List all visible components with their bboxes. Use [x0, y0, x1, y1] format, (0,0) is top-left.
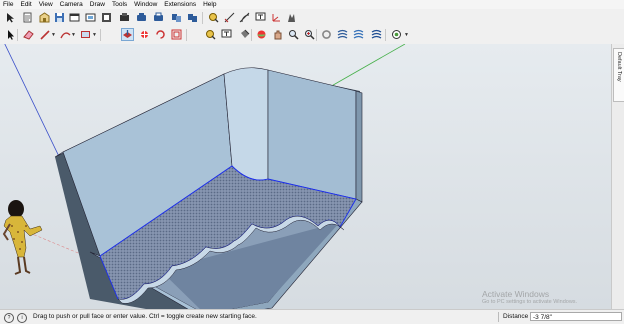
print-icon[interactable]: [170, 11, 183, 24]
menu-view[interactable]: View: [36, 0, 57, 9]
offset-icon[interactable]: [170, 28, 183, 41]
axes-icon[interactable]: [270, 11, 283, 24]
menu-file[interactable]: File: [0, 0, 17, 9]
open-icon[interactable]: [38, 11, 51, 24]
toolbar-divider: [186, 29, 187, 41]
layout-icon[interactable]: [390, 28, 403, 41]
3d-text-icon[interactable]: [285, 11, 298, 24]
select-icon[interactable]: [4, 11, 17, 24]
standard-toolbar: [0, 9, 624, 27]
get-models-icon[interactable]: [320, 28, 333, 41]
orbit-icon[interactable]: [255, 28, 268, 41]
info-icon[interactable]: i: [17, 313, 27, 323]
protractor-icon[interactable]: [238, 11, 251, 24]
status-bar: ? i Drag to push or pull face or enter v…: [0, 309, 624, 324]
paste-icon[interactable]: [100, 11, 113, 24]
push-pull-icon[interactable]: [121, 28, 134, 41]
menu-window[interactable]: Window: [131, 0, 161, 9]
activate-windows-title: Activate Windows: [482, 289, 550, 299]
tape-icon[interactable]: [204, 28, 217, 41]
erase-icon[interactable]: [118, 11, 131, 24]
geo-location-icon[interactable]: ?: [4, 313, 14, 323]
zoom-icon[interactable]: [287, 28, 300, 41]
save-icon[interactable]: [53, 11, 66, 24]
cut-icon[interactable]: [68, 11, 81, 24]
model-info-icon[interactable]: [186, 11, 199, 24]
toolbar-divider: [385, 29, 386, 41]
model-scene: [0, 44, 611, 309]
default-tray-label: Default Tray: [616, 52, 622, 82]
default-tray: Default Tray: [611, 44, 624, 309]
menu-edit[interactable]: Edit: [17, 0, 35, 9]
warehouse-icon[interactable]: [336, 28, 349, 41]
chevron-down-icon[interactable]: ▼: [51, 32, 56, 38]
zoom-extents-icon[interactable]: [303, 28, 316, 41]
toolbar-divider: [17, 29, 18, 41]
text-label-icon[interactable]: [220, 28, 233, 41]
menu-tools[interactable]: Tools: [109, 0, 131, 9]
status-divider: [498, 312, 499, 322]
move-icon[interactable]: [138, 28, 151, 41]
share-model-icon[interactable]: [352, 28, 365, 41]
dimension-icon[interactable]: [223, 11, 236, 24]
menu-bar: File Edit View Camera Draw Tools Window Extensi…: [0, 0, 624, 9]
chevron-down-icon[interactable]: ▼: [404, 32, 409, 38]
activate-windows-subtitle: Go to PC settings to activate Windows.: [482, 299, 578, 305]
paint-bucket-icon[interactable]: [238, 28, 251, 41]
eraser-icon[interactable]: [22, 28, 35, 41]
undo-icon[interactable]: [135, 11, 148, 24]
menu-help[interactable]: Help: [200, 0, 220, 9]
status-message: Drag to push or pull face or enter value…: [33, 313, 257, 320]
tape-measure-icon[interactable]: [207, 11, 220, 24]
toolbar-divider: [316, 29, 317, 41]
copy-icon[interactable]: [84, 11, 97, 24]
menu-extensions[interactable]: Extensions: [161, 0, 200, 9]
new-icon[interactable]: [21, 11, 34, 24]
select-arrow-icon[interactable]: [4, 28, 17, 41]
chevron-down-icon[interactable]: ▼: [92, 32, 97, 38]
rotate-icon[interactable]: [154, 28, 167, 41]
text-icon[interactable]: [254, 11, 267, 24]
wall-back-right: [267, 69, 357, 200]
rectangle-icon[interactable]: [79, 28, 92, 41]
default-tray-tab[interactable]: Default Tray: [613, 48, 624, 102]
toolbar-divider: [100, 29, 101, 41]
toolbar-divider: [202, 12, 203, 24]
pan-icon[interactable]: [271, 28, 284, 41]
extension-warehouse-icon[interactable]: [370, 28, 383, 41]
distance-input[interactable]: -3 7/8": [530, 312, 622, 321]
menu-camera[interactable]: Camera: [57, 0, 87, 9]
toolbar-divider: [251, 29, 252, 41]
distance-label: Distance: [503, 313, 529, 320]
menu-draw[interactable]: Draw: [87, 0, 109, 9]
redo-icon[interactable]: [152, 11, 165, 24]
wall-edge-right: [355, 90, 363, 203]
drawing-toolbar: ▼ ▼ ▼ ▼: [0, 26, 624, 45]
model-viewport[interactable]: [0, 44, 611, 309]
chevron-down-icon[interactable]: ▼: [71, 32, 76, 38]
